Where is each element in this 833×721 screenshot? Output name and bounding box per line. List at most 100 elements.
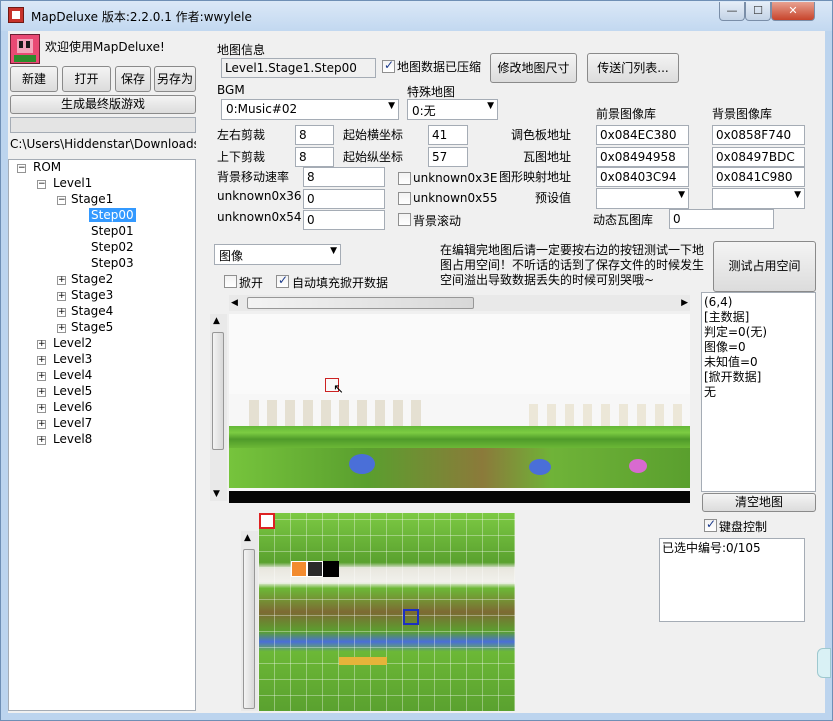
start-y-input[interactable]: 57 [428,147,468,167]
map-horizontal-scrollbar[interactable]: ◀ ▶ [229,295,690,311]
bg-tile-input[interactable]: 0x08497BDC [712,147,805,167]
hover-tile-marker[interactable] [403,609,419,625]
save-as-button[interactable]: 另存为 [154,66,196,92]
fg-preset-select[interactable]: ▼ [596,188,689,209]
tree-item-level5[interactable]: Level5 [53,384,92,398]
map-vertical-scrollbar[interactable]: ▲ ▼ [210,314,227,501]
tree-item-step00[interactable]: Step00 [89,208,136,222]
keyboard-control-checkbox[interactable] [704,517,717,532]
bgm-select[interactable]: 0:Music#02 ▼ [221,99,399,120]
view-mode-select[interactable]: 图像 ▼ [214,244,341,265]
expand-icon[interactable]: + [57,308,66,317]
scroll-up-icon[interactable]: ▲ [213,316,220,326]
save-button[interactable]: 保存 [115,66,151,92]
resize-map-button[interactable]: 修改地图尺寸 [490,53,577,83]
tree-item-stage2[interactable]: Stage2 [71,272,113,286]
unk55-checkbox[interactable] [398,192,411,205]
start-x-input[interactable]: 41 [428,125,468,145]
tree-item-rom[interactable]: ROM [33,160,61,174]
expand-icon[interactable]: + [37,404,46,413]
expand-icon[interactable]: + [57,292,66,301]
tree-item-level2[interactable]: Level2 [53,336,92,350]
collapse-icon[interactable]: − [37,180,46,189]
bg-palette-input[interactable]: 0x0858F740 [712,125,805,145]
scroll-right-icon[interactable]: ▶ [681,298,688,308]
maximize-button[interactable]: ☐ [745,2,771,21]
clear-map-button[interactable]: 清空地图 [702,493,816,512]
new-button[interactable]: 新建 [10,66,58,92]
fg-tilemap-input[interactable]: 0x08403C94 [596,167,689,187]
side-gadget-icon[interactable] [817,648,831,678]
portal-list-button[interactable]: 传送门列表... [587,53,679,83]
expand-icon[interactable]: + [37,340,46,349]
expand-icon[interactable]: + [37,372,46,381]
gold-block-tile[interactable] [339,657,387,665]
selected-index-panel: 已选中编号:0/105 [659,538,805,622]
vertical-scroll-thumb[interactable] [243,549,255,709]
bgm-value: 0:Music#02 [226,102,298,116]
unk54-input[interactable]: 0 [303,210,385,230]
unk36-input[interactable]: 0 [303,189,385,209]
expand-icon[interactable]: + [37,388,46,397]
collapse-icon[interactable]: − [17,164,26,173]
auto-fill-checkbox[interactable] [276,273,289,288]
horizontal-scroll-thumb[interactable] [247,297,474,309]
map-canvas[interactable]: ↖ [229,314,690,503]
tree-item-level3[interactable]: Level3 [53,352,92,366]
lr-clip-label: 左右剪裁 [217,128,266,142]
info-line: [主数据] [704,310,750,324]
star-block-tile[interactable] [291,561,307,577]
minimize-button[interactable]: — [719,2,745,21]
tile-palette[interactable] [259,513,515,711]
rom-tree[interactable]: − ROM − Level1 − Stage1 Step00 Step01 St… [8,159,196,711]
tile-grid [259,513,515,711]
chevron-down-icon: ▼ [678,190,685,200]
unk3e-checkbox[interactable] [398,172,411,185]
collapse-icon[interactable]: − [57,196,66,205]
close-button[interactable]: ✕ [771,2,815,21]
tree-item-stage5[interactable]: Stage5 [71,320,113,334]
bomb-block-tile[interactable] [307,561,323,577]
tree-item-stage1[interactable]: Stage1 [71,192,113,206]
title-bar[interactable]: MapDeluxe 版本:2.2.0.1 作者:wwylele — ☐ ✕ [1,1,832,31]
expand-icon[interactable]: + [57,276,66,285]
ud-clip-input[interactable]: 8 [295,147,334,167]
chevron-down-icon: ▼ [388,101,395,111]
expand-icon[interactable]: + [37,420,46,429]
scroll-down-icon[interactable]: ▼ [213,489,220,499]
tree-item-step01[interactable]: Step01 [91,224,134,238]
fg-tile-input[interactable]: 0x08494958 [596,147,689,167]
open-button[interactable]: 打开 [62,66,111,92]
tree-item-level8[interactable]: Level8 [53,432,92,446]
bg-speed-input[interactable]: 8 [303,167,385,187]
tree-item-step03[interactable]: Step03 [91,256,134,270]
bg-scroll-checkbox[interactable] [398,213,411,226]
tree-item-level7[interactable]: Level7 [53,416,92,430]
kirby-app-icon [10,34,40,64]
tree-item-level4[interactable]: Level4 [53,368,92,382]
bg-tilemap-input[interactable]: 0x0841C980 [712,167,805,187]
build-final-game-button[interactable]: 生成最终版游戏 [10,95,196,114]
lr-clip-input[interactable]: 8 [295,125,334,145]
bg-preset-select[interactable]: ▼ [712,188,805,209]
test-space-button[interactable]: 测试占用空间 [713,241,816,292]
selected-tile-marker[interactable] [259,513,275,529]
expand-icon[interactable]: + [37,436,46,445]
vertical-scroll-thumb[interactable] [212,332,224,450]
dynamic-lib-input[interactable]: 0 [669,209,774,229]
tree-item-step02[interactable]: Step02 [91,240,134,254]
tree-item-level1[interactable]: Level1 [53,176,92,190]
solid-block-tile[interactable] [323,561,339,577]
expand-icon[interactable]: + [57,324,66,333]
tile-palette-vertical-scrollbar[interactable]: ▲ [241,531,258,711]
scroll-up-icon[interactable]: ▲ [244,533,251,543]
expand-icon[interactable]: + [37,356,46,365]
special-map-select[interactable]: 0:无 ▼ [407,99,498,120]
pickup-checkbox[interactable] [224,275,237,288]
tree-item-level6[interactable]: Level6 [53,400,92,414]
compressed-checkbox[interactable] [382,58,395,73]
fg-palette-input[interactable]: 0x084EC380 [596,125,689,145]
tree-item-stage3[interactable]: Stage3 [71,288,113,302]
tree-item-stage4[interactable]: Stage4 [71,304,113,318]
scroll-left-icon[interactable]: ◀ [231,298,238,308]
